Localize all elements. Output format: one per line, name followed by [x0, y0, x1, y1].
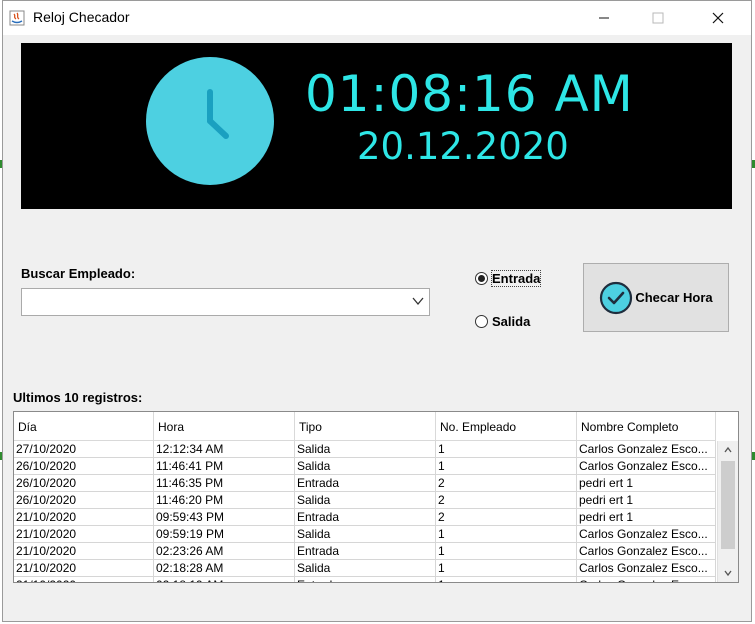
close-icon [712, 12, 724, 24]
table-cell: 1 [436, 560, 577, 576]
table-cell: 21/10/2020 [14, 509, 154, 525]
table-cell: 21/10/2020 [14, 526, 154, 542]
table-cell: 1 [436, 526, 577, 542]
records-title: Ultimos 10 registros: [13, 390, 143, 405]
table-cell: 21/10/2020 [14, 560, 154, 576]
table-cell: 02:18:19 AM [154, 577, 295, 582]
table-cell: 12:12:34 AM [154, 441, 295, 457]
table-cell: 11:46:41 PM [154, 458, 295, 474]
table-cell: 2 [436, 475, 577, 491]
table-cell: Salida [295, 458, 436, 474]
table-cell: 09:59:19 PM [154, 526, 295, 542]
table-cell: 02:23:26 AM [154, 543, 295, 559]
table-body: 27/10/2020 12:12:34 AM Salida 1 Carlos Gonza… [14, 441, 716, 582]
search-employee-label: Buscar Empleado: [21, 266, 136, 281]
table-header: Día Hora Tipo No. Empleado Nombre Comple… [14, 412, 716, 441]
radio-salida[interactable]: Salida [475, 314, 530, 329]
table-cell: Entrada [295, 509, 436, 525]
table-cell: 26/10/2020 [14, 458, 154, 474]
app-window: Reloj Checador 01:08:16 AM 20.12.2020 Bu… [2, 0, 752, 622]
scroll-thumb[interactable] [721, 461, 735, 549]
table-row[interactable]: 26/10/2020 11:46:35 PM Entrada 2 pedri ert 1 [14, 475, 716, 492]
table-cell: 1 [436, 543, 577, 559]
column-header-dia[interactable]: Día [14, 412, 154, 440]
scroll-down-button[interactable] [718, 564, 738, 582]
column-header-no-empleado[interactable]: No. Empleado [436, 412, 577, 440]
table-cell: Carlos Gonzalez Esco... [577, 458, 716, 474]
check-circle-icon [600, 281, 633, 314]
employee-combobox[interactable] [21, 288, 430, 316]
table-cell: Salida [295, 492, 436, 508]
table-cell: 21/10/2020 [14, 543, 154, 559]
table-cell: Entrada [295, 475, 436, 491]
table-cell: pedri ert 1 [577, 492, 716, 508]
table-cell: 11:46:20 PM [154, 492, 295, 508]
table-row[interactable]: 21/10/202002:18:19 AMEntrada1Carlos Gonz… [14, 577, 716, 582]
table-cell: 09:59:43 PM [154, 509, 295, 525]
column-header-tipo[interactable]: Tipo [295, 412, 436, 440]
table-cell: pedri ert 1 [577, 509, 716, 525]
clock-panel: 01:08:16 AM 20.12.2020 [21, 43, 732, 209]
check-time-button[interactable]: Checar Hora [583, 263, 729, 332]
table-row[interactable]: 26/10/2020 11:46:41 PM Salida 1 Carlos Gonza… [14, 458, 716, 475]
table-cell: 2 [436, 492, 577, 508]
vertical-scrollbar[interactable] [717, 441, 738, 582]
table-cell: 26/10/2020 [14, 475, 154, 491]
java-app-icon [9, 10, 25, 26]
table-cell: Entrada [295, 577, 436, 582]
table-cell: 27/10/2020 [14, 441, 154, 457]
radio-salida-label: Salida [492, 314, 531, 329]
maximize-icon [652, 12, 664, 24]
table-cell: Carlos Gonzalez Esco... [577, 526, 716, 542]
column-header-hora[interactable]: Hora [154, 412, 295, 440]
table-cell: Carlos Gonzalez Esco... [577, 543, 716, 559]
scroll-up-button[interactable] [718, 441, 738, 459]
table-cell: 1 [436, 441, 577, 457]
chevron-up-icon [724, 446, 732, 453]
minimize-icon [599, 17, 609, 19]
table-cell: Salida [295, 560, 436, 576]
table-row[interactable]: 21/10/2020 02:23:26 AM Entrada 1 Carlos Gonz… [14, 543, 716, 560]
radio-unselected-icon [475, 315, 488, 328]
table-row[interactable]: 21/10/2020 02:18:28 AM Salida 1 Carlos Gonza… [14, 560, 716, 577]
table-row[interactable]: 21/10/2020 09:59:19 PM Salida 1 Carlos Gonza… [14, 526, 716, 543]
column-header-nombre[interactable]: Nombre Completo [577, 412, 716, 440]
close-button[interactable] [695, 1, 741, 35]
current-date: 20.12.2020 [357, 125, 569, 168]
table-row[interactable]: 21/10/2020 09:59:43 PM Entrada 2 pedri ert 1 [14, 509, 716, 526]
table-cell: 11:46:35 PM [154, 475, 295, 491]
radio-selected-icon [475, 272, 488, 285]
minimize-button[interactable] [581, 1, 627, 35]
radio-entrada-label: Entrada [490, 270, 542, 287]
table-cell: Salida [295, 441, 436, 457]
table-cell: Carlos Gonzalez Esco... [577, 577, 716, 582]
window-title: Reloj Checador [33, 9, 130, 25]
table-cell: pedri ert 1 [577, 475, 716, 491]
check-time-label: Checar Hora [635, 290, 713, 305]
table-cell: 02:18:28 AM [154, 560, 295, 576]
table-row[interactable]: 27/10/2020 12:12:34 AM Salida 1 Carlos Gonza… [14, 441, 716, 458]
table-cell: 26/10/2020 [14, 492, 154, 508]
table-cell: Entrada [295, 543, 436, 559]
radio-entrada[interactable]: Entrada [475, 270, 542, 287]
table-cell: 1 [436, 458, 577, 474]
table-row[interactable]: 26/10/2020 11:46:20 PM Salida 2 pedri ert 1 [14, 492, 716, 509]
clock-icon [146, 57, 274, 185]
maximize-button[interactable] [635, 1, 681, 35]
chevron-down-icon [724, 570, 732, 577]
table-cell: Carlos Gonzalez Esco... [577, 560, 716, 576]
current-time: 01:08:16 AM [305, 65, 634, 123]
chevron-down-icon [412, 297, 424, 306]
records-table[interactable]: Día Hora Tipo No. Empleado Nombre Comple… [13, 411, 739, 583]
table-cell: 21/10/2020 [14, 577, 154, 582]
table-cell: 1 [436, 577, 577, 582]
table-cell: Salida [295, 526, 436, 542]
table-cell: 2 [436, 509, 577, 525]
table-cell: Carlos Gonzalez Esco... [577, 441, 716, 457]
title-bar[interactable]: Reloj Checador [3, 1, 751, 35]
